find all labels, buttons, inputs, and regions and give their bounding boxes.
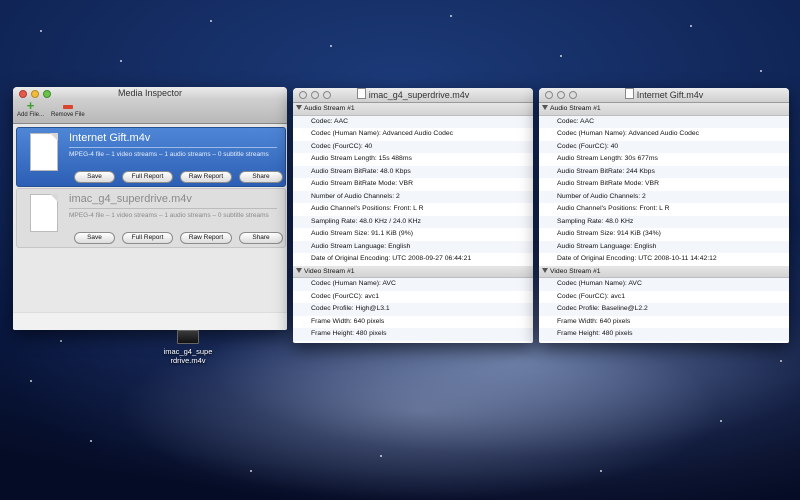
info-row: Number of Audio Channels: 2 bbox=[539, 190, 789, 203]
info-row: Date of Original Encoding: UTC 2008-09-2… bbox=[311, 255, 472, 262]
info-row: Audio Channel's Positions: Front: L R bbox=[311, 205, 424, 212]
info-row: Audio Stream Length: 15s 488ms bbox=[311, 155, 412, 162]
info-row: Frame Height: 480 pixels bbox=[293, 328, 533, 341]
report-window-superdrive: imac_g4_superdrive.m4v Audio Stream #1 C… bbox=[293, 88, 533, 343]
zoom-button[interactable] bbox=[323, 91, 331, 99]
document-icon bbox=[356, 88, 366, 99]
info-row: Number of Audio Channels: 2 bbox=[293, 190, 533, 203]
share-button[interactable]: Share bbox=[239, 171, 283, 183]
close-button[interactable] bbox=[19, 90, 27, 98]
remove-file-button[interactable]: Remove File bbox=[51, 101, 85, 118]
save-button[interactable]: Save bbox=[74, 232, 115, 244]
window-title: imac_g4_superdrive.m4v bbox=[368, 90, 470, 100]
audio-rows: Codec: AAC Codec (Human Name): Advanced … bbox=[293, 115, 533, 266]
info-row: Audio Stream Language: English bbox=[539, 240, 789, 253]
info-row: Codec (FourCC): 40 bbox=[539, 140, 789, 153]
stream-info-list: Audio Stream #1 Codec: AAC Codec (Human … bbox=[293, 103, 533, 341]
file-name: imac_g4_superdrive.m4v bbox=[69, 193, 192, 205]
info-row: Codec (Human Name): Advanced Audio Codec bbox=[557, 130, 700, 137]
minimize-button[interactable] bbox=[557, 91, 565, 99]
zoom-button[interactable] bbox=[569, 91, 577, 99]
add-file-button[interactable]: + Add File... bbox=[17, 98, 44, 118]
full-report-button[interactable]: Full Report bbox=[122, 232, 173, 244]
divider bbox=[69, 208, 277, 209]
file-card[interactable]: imac_g4_superdrive.m4v MPEG-4 file – 1 v… bbox=[16, 188, 286, 248]
video-stream-header[interactable]: Video Stream #1 bbox=[293, 265, 533, 278]
share-button[interactable]: Share bbox=[239, 232, 283, 244]
video-rows: Codec (Human Name): AVC Codec (FourCC): … bbox=[293, 278, 533, 341]
info-row: Codec: AAC bbox=[539, 115, 789, 128]
info-row: Codec (Human Name): AVC bbox=[539, 278, 789, 291]
minus-icon bbox=[62, 105, 73, 109]
divider bbox=[69, 147, 277, 148]
desktop-file[interactable]: imac_g4_supe rdrive.m4v bbox=[156, 330, 220, 365]
info-row: Codec (Human Name): AVC bbox=[293, 278, 533, 291]
info-row: Audio Stream Length: 30s 677ms bbox=[557, 155, 658, 162]
video-stream-header[interactable]: Video Stream #1 bbox=[539, 265, 789, 278]
plus-icon: + bbox=[26, 98, 35, 113]
toolbar: + Add File... Remove File bbox=[13, 99, 287, 124]
file-card-selected[interactable]: Internet Gift.m4v MPEG-4 file – 1 video … bbox=[16, 127, 286, 187]
file-info: MPEG-4 file – 1 video streams – 1 audio … bbox=[69, 212, 269, 219]
save-button[interactable]: Save bbox=[74, 171, 115, 183]
full-report-button[interactable]: Full Report bbox=[122, 171, 173, 183]
audio-stream-header[interactable]: Audio Stream #1 bbox=[539, 103, 789, 116]
movie-file-icon bbox=[177, 330, 199, 344]
info-row: Audio Stream BitRate Mode: VBR bbox=[311, 180, 413, 187]
window-bottom-bar bbox=[13, 312, 287, 330]
disclosure-triangle-icon[interactable] bbox=[542, 267, 548, 273]
disclosure-triangle-icon[interactable] bbox=[542, 105, 548, 110]
report-titlebar[interactable]: Internet Gift.m4v bbox=[539, 88, 789, 103]
media-inspector-window: Media Inspector + Add File... Remove Fil… bbox=[13, 87, 287, 330]
info-row: Frame Height: 480 pixels bbox=[539, 328, 789, 341]
info-row: Audio Stream Size: 91.1 KiB (9%) bbox=[311, 230, 413, 237]
info-row: Frame Width: 640 pixels bbox=[557, 317, 631, 325]
disclosure-triangle-icon[interactable] bbox=[296, 267, 302, 273]
info-row: Audio Stream BitRate: 48.0 Kbps bbox=[293, 165, 533, 178]
report-window-internet-gift: Internet Gift.m4v Audio Stream #1 Codec:… bbox=[539, 88, 789, 343]
document-icon bbox=[30, 194, 58, 232]
info-row: Codec (FourCC): avc1 bbox=[311, 292, 379, 300]
info-row: Codec (FourCC): avc1 bbox=[557, 292, 625, 300]
info-row: Codec (Human Name): Advanced Audio Codec bbox=[311, 130, 454, 137]
close-button[interactable] bbox=[545, 91, 553, 99]
minimize-button[interactable] bbox=[31, 90, 39, 98]
window-title: Internet Gift.m4v bbox=[636, 90, 704, 100]
info-row: Codec Profile: Baseline@L2.2 bbox=[539, 303, 789, 316]
info-row: Codec (FourCC): 40 bbox=[293, 140, 533, 153]
info-row: Sampling Rate: 48.0 KHz / 24.0 KHz bbox=[293, 215, 533, 228]
info-row: Audio Stream BitRate Mode: VBR bbox=[557, 180, 659, 187]
info-row: Audio Stream BitRate: 244 Kbps bbox=[539, 165, 789, 178]
close-button[interactable] bbox=[299, 91, 307, 99]
info-row: Frame Width: 640 pixels bbox=[311, 317, 385, 325]
audio-rows: Codec: AAC Codec (Human Name): Advanced … bbox=[539, 115, 789, 266]
raw-report-button[interactable]: Raw Report bbox=[180, 171, 232, 183]
info-row: Codec Profile: High@L3.1 bbox=[293, 303, 533, 316]
document-icon bbox=[30, 133, 58, 171]
file-name: Internet Gift.m4v bbox=[69, 132, 151, 144]
video-rows: Codec (Human Name): AVC Codec (FourCC): … bbox=[539, 278, 789, 341]
disclosure-triangle-icon[interactable] bbox=[296, 105, 302, 110]
info-row: Audio Stream Size: 914 KiB (34%) bbox=[557, 230, 661, 237]
info-row: Audio Channel's Positions: Front: L R bbox=[557, 205, 670, 212]
info-row: Codec: AAC bbox=[293, 115, 533, 128]
desktop-file-label: imac_g4_supe rdrive.m4v bbox=[163, 347, 213, 365]
stream-info-list: Audio Stream #1 Codec: AAC Codec (Human … bbox=[539, 103, 789, 341]
info-row: Date of Original Encoding: UTC 2008-10-1… bbox=[557, 255, 717, 262]
media-inspector-titlebar[interactable]: Media Inspector bbox=[13, 87, 287, 99]
minimize-button[interactable] bbox=[311, 91, 319, 99]
file-info: MPEG-4 file – 1 video streams – 1 audio … bbox=[69, 151, 269, 158]
window-title: Media Inspector bbox=[117, 88, 183, 98]
report-titlebar[interactable]: imac_g4_superdrive.m4v bbox=[293, 88, 533, 103]
zoom-button[interactable] bbox=[43, 90, 51, 98]
audio-stream-header[interactable]: Audio Stream #1 bbox=[293, 103, 533, 116]
info-row: Audio Stream Language: English bbox=[293, 240, 533, 253]
raw-report-button[interactable]: Raw Report bbox=[180, 232, 232, 244]
info-row: Sampling Rate: 48.0 KHz bbox=[539, 215, 789, 228]
document-icon bbox=[624, 88, 634, 99]
